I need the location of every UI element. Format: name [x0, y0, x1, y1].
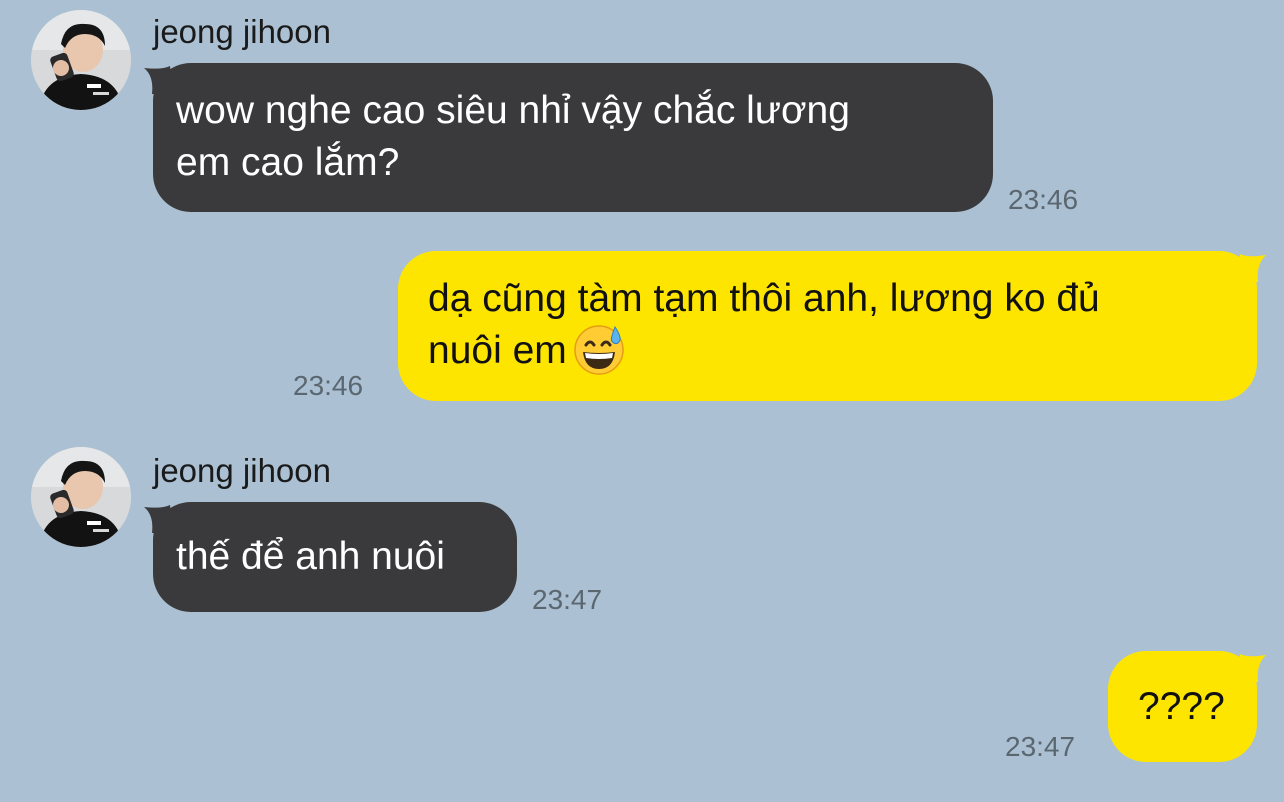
message-text-line: em cao lắm? [176, 141, 400, 184]
message-bubble[interactable]: ???? [1108, 651, 1257, 762]
message-timestamp: 23:47 [1005, 731, 1076, 762]
bubble-tail [1236, 254, 1266, 282]
message-text-line: dạ cũng tàm tạm thôi anh, lương ko đủ [428, 277, 1100, 320]
message-text-line: ???? [1138, 685, 1225, 728]
avatar-photo-icon [31, 10, 131, 110]
message-timestamp: 23:46 [293, 370, 364, 401]
sender-name: jeong jihoon [153, 13, 331, 50]
message-timestamp: 23:46 [1008, 184, 1079, 215]
sender-avatar[interactable] [31, 447, 131, 547]
message-text-line: thế để anh nuôi [176, 535, 445, 578]
sender-name: jeong jihoon [153, 452, 331, 489]
message-text-line-with-emoji: nuôi em [428, 323, 1237, 379]
grinning-face-with-sweat-icon [573, 323, 625, 375]
message-bubble[interactable]: dạ cũng tàm tạm thôi anh, lương ko đủ nu… [398, 251, 1257, 401]
avatar-photo-icon [31, 447, 131, 547]
sender-avatar[interactable] [31, 10, 131, 110]
message-text-line: nuôi em [428, 329, 567, 372]
bubble-tail [1236, 654, 1266, 682]
message-bubble[interactable]: thế để anh nuôi [153, 502, 517, 612]
message-bubble[interactable]: wow nghe cao siêu nhỉ vậy chắc lương em … [153, 63, 993, 212]
message-text-line: wow nghe cao siêu nhỉ vậy chắc lương [176, 89, 850, 132]
message-timestamp: 23:47 [532, 584, 603, 615]
